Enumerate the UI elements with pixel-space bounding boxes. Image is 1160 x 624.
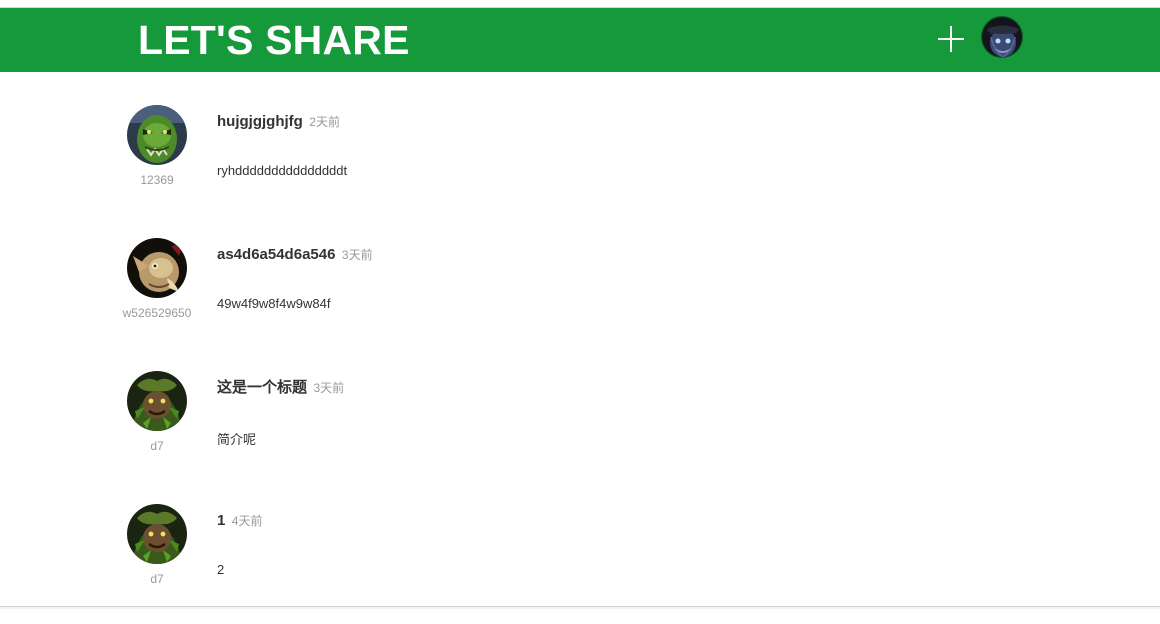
post-summary: ryhdddddddddddddddt <box>217 163 348 178</box>
user-avatar[interactable] <box>981 16 1023 58</box>
post-timestamp: 3天前 <box>341 248 373 262</box>
author-column: 12369 <box>117 105 197 187</box>
post-summary: 2 <box>217 562 225 577</box>
author-avatar[interactable] <box>127 504 187 564</box>
post-content: 这是一个标题 3天前 简介呢 <box>217 371 344 448</box>
author-avatar[interactable] <box>127 238 187 298</box>
post-timestamp: 4天前 <box>231 514 263 528</box>
post-content: as4d6a54d6a546 3天前 49w4f9w8f4w9w84f <box>217 238 373 311</box>
treant-avatar-image <box>127 504 187 564</box>
post-title-link[interactable]: hujgjgjghjfg <box>217 113 303 130</box>
post-item: w526529650 as4d6a54d6a546 3天前 49w4f9w8f4… <box>0 238 1160 358</box>
post-timestamp: 3天前 <box>313 381 345 395</box>
post-title-link[interactable]: 1 <box>217 512 225 529</box>
post-summary: 简介呢 <box>217 432 257 447</box>
brand-logo-text[interactable]: LET'S SHARE <box>138 17 410 63</box>
author-name[interactable]: w526529650 <box>117 306 197 320</box>
post-item: 12369 hujgjgjghjfg 2天前 ryhdddddddddddddd… <box>0 105 1160 225</box>
author-column: d7 <box>117 371 197 453</box>
app-header: LET'S SHARE <box>0 8 1160 72</box>
author-column: w526529650 <box>117 238 197 320</box>
goblin-avatar-image <box>127 238 187 298</box>
post-title-link[interactable]: 这是一个标题 <box>217 379 307 396</box>
treant-avatar-image <box>127 371 187 431</box>
post-timestamp: 2天前 <box>309 115 340 129</box>
author-name[interactable]: d7 <box>117 439 197 453</box>
window-top-edge <box>0 0 1160 8</box>
add-post-button[interactable] <box>935 23 967 55</box>
post-title-link[interactable]: as4d6a54d6a546 <box>217 246 335 263</box>
post-content: hujgjgjghjfg 2天前 ryhdddddddddddddddt <box>217 105 347 178</box>
post-content: 1 4天前 2 <box>217 504 262 577</box>
author-name[interactable]: 12369 <box>117 173 197 187</box>
user-avatar-image <box>982 17 1022 57</box>
author-name[interactable]: d7 <box>117 572 197 586</box>
author-avatar[interactable] <box>127 105 187 165</box>
post-item: d7 这是一个标题 3天前 简介呢 <box>0 371 1160 491</box>
author-avatar[interactable] <box>127 371 187 431</box>
post-summary: 49w4f9w8f4w9w84f <box>217 296 331 311</box>
orc-avatar-image <box>127 105 187 165</box>
author-column: d7 <box>117 504 197 586</box>
